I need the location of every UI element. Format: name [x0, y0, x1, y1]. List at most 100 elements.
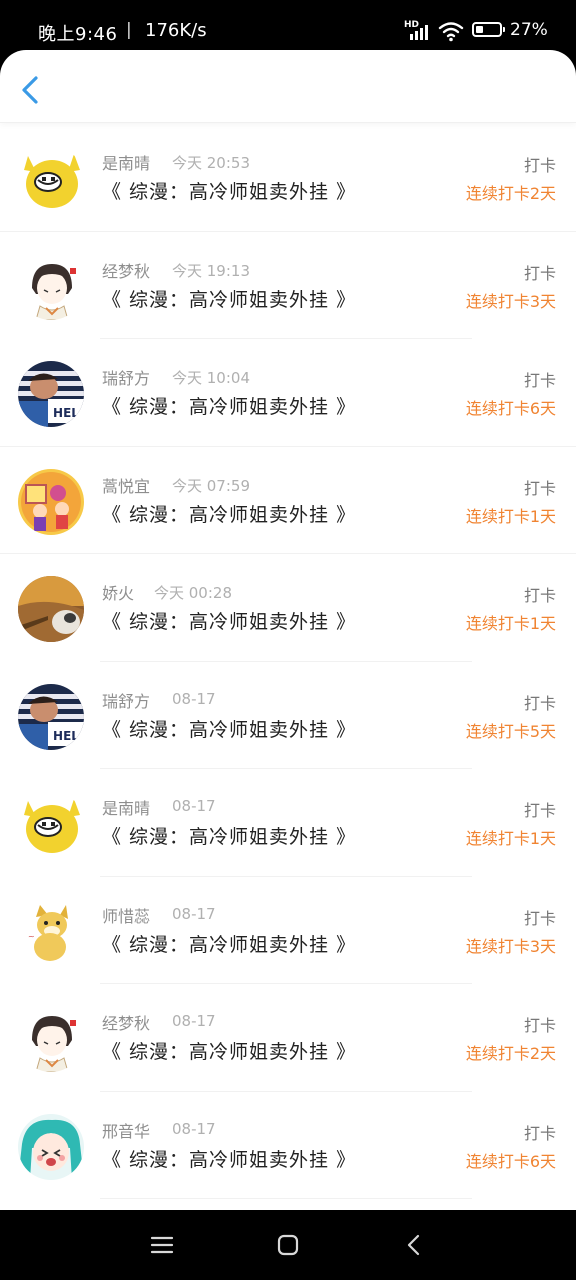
status-separator: |: [126, 20, 132, 40]
avatar[interactable]: HEL: [18, 683, 84, 750]
chevron-left-icon: [22, 76, 38, 104]
list-item[interactable]: 是南晴 今天 20:53 《 综漫：高冷师姐卖外挂 》 打卡 连续打卡2天: [0, 124, 576, 232]
streak-badge: 连续打卡2天: [465, 1044, 556, 1063]
user-name: 娇火: [102, 584, 135, 603]
avatar[interactable]: HEL: [18, 361, 84, 427]
checkin-label: 打卡: [523, 1123, 556, 1143]
checkin-time: 08-17: [172, 689, 216, 708]
menu-button[interactable]: [142, 1230, 182, 1260]
streak-badge: 连续打卡3天: [465, 936, 556, 956]
home-button[interactable]: [268, 1230, 308, 1260]
checkin-time: 今天 19:13: [172, 261, 250, 280]
user-name: 经梦秋: [102, 1014, 151, 1033]
avatar[interactable]: [18, 1006, 84, 1072]
book-title: 《 综漫：高冷师姐卖外挂 》: [102, 181, 357, 203]
header: [0, 50, 576, 123]
list-item[interactable]: 娇火 今天 00:28 《 综漫：高冷师姐卖外挂 》 打卡 连续打卡1天: [0, 554, 576, 662]
book-title: 《 综漫：高冷师姐卖外挂 》: [102, 1041, 357, 1063]
signal-icon: [410, 24, 428, 40]
book-title: 《 综漫：高冷师姐卖外挂 》: [102, 1148, 357, 1171]
checkin-time: 08-17: [172, 1012, 216, 1030]
checkin-label: 打卡: [523, 908, 556, 928]
autumn-animal-avatar: [18, 576, 84, 642]
svg-text:~: ~: [28, 932, 35, 941]
checkin-label: 打卡: [523, 156, 556, 175]
user-name: 是南晴: [102, 799, 151, 818]
svg-text:HEL: HEL: [53, 406, 79, 420]
list-item[interactable]: 经梦秋 今天 19:13 《 综漫：高冷师姐卖外挂 》 打卡 连续打卡3天: [0, 232, 576, 339]
checkin-time: 08-17: [172, 797, 216, 815]
checkin-label: 打卡: [523, 586, 556, 605]
list-item[interactable]: 邢音华 08-17 《 综漫：高冷师姐卖外挂 》 打卡 连续打卡6天: [0, 1092, 576, 1199]
back-icon: [407, 1234, 420, 1256]
doge-avatar: ~: [18, 898, 84, 965]
streak-badge: 连续打卡6天: [465, 1151, 556, 1171]
navigation-bar: [0, 1210, 576, 1280]
divider: [100, 1198, 472, 1199]
book-title: 《 综漫：高冷师姐卖外挂 》: [102, 718, 357, 741]
pikachu-meme-avatar: [18, 146, 84, 212]
anime-girl-avatar: [18, 1006, 84, 1072]
streak-badge: 连续打卡6天: [465, 399, 556, 418]
streak-badge: 连续打卡1天: [465, 829, 556, 848]
streak-badge: 连续打卡5天: [465, 721, 556, 741]
book-title: 《 综漫：高冷师姐卖外挂 》: [102, 826, 357, 848]
checkin-time: 08-17: [172, 1119, 216, 1138]
status-time: 晚上9:46: [38, 24, 118, 45]
help-sign-avatar: HEL: [18, 361, 84, 427]
avatar[interactable]: [18, 1113, 84, 1180]
streak-badge: 连续打卡3天: [465, 291, 556, 311]
list-item[interactable]: 是南晴 08-17 《 综漫：高冷师姐卖外挂 》 打卡 连续打卡1天: [0, 769, 576, 877]
checkin-time: 今天 07:59: [172, 476, 250, 495]
list-item[interactable]: HEL 瑞舒方 08-17 《 综漫：高冷师姐卖外挂 》 打卡 连续打卡5天: [0, 662, 576, 769]
battery-percent: 27%: [510, 20, 548, 40]
book-title: 《 综漫：高冷师姐卖外挂 》: [102, 503, 357, 526]
anime-girl-avatar: [18, 253, 84, 320]
wifi-icon: [438, 22, 464, 42]
book-title: 《 综漫：高冷师姐卖外挂 》: [102, 396, 357, 418]
user-name: 经梦秋: [102, 261, 151, 281]
cartoon-kids-avatar: [18, 468, 84, 535]
avatar[interactable]: [18, 146, 84, 212]
avatar[interactable]: [18, 791, 84, 857]
streak-badge: 连续打卡1天: [465, 506, 556, 526]
avatar[interactable]: ~: [18, 898, 84, 965]
home-icon: [277, 1234, 299, 1256]
checkin-label: 打卡: [523, 478, 556, 498]
back-button[interactable]: [14, 70, 50, 110]
checkin-list: 是南晴 今天 20:53 《 综漫：高冷师姐卖外挂 》 打卡 连续打卡2天 经梦…: [0, 124, 576, 1199]
network-speed: 176K/s: [145, 20, 207, 41]
avatar[interactable]: [18, 576, 84, 642]
menu-icon: [150, 1236, 174, 1254]
book-title: 《 综漫：高冷师姐卖外挂 》: [102, 933, 357, 956]
checkin-time: 今天 10:04: [172, 369, 250, 387]
checkin-label: 打卡: [523, 693, 556, 713]
checkin-label: 打卡: [523, 263, 556, 283]
streak-badge: 连续打卡1天: [465, 614, 556, 633]
user-name: 蒿悦宜: [102, 476, 151, 496]
system-back-button[interactable]: [394, 1230, 434, 1260]
list-item[interactable]: HEL 瑞舒方 今天 10:04 《 综漫：高冷师姐卖外挂 》 打卡 连续打卡6…: [0, 339, 576, 447]
svg-text:HEL: HEL: [53, 729, 79, 743]
list-item[interactable]: 经梦秋 08-17 《 综漫：高冷师姐卖外挂 》 打卡 连续打卡2天: [0, 984, 576, 1092]
list-item[interactable]: 蒿悦宜 今天 07:59 《 综漫：高冷师姐卖外挂 》 打卡 连续打卡1天: [0, 447, 576, 554]
book-title: 《 综漫：高冷师姐卖外挂 》: [102, 288, 357, 311]
user-name: 邢音华: [102, 1121, 151, 1141]
battery-icon: [472, 22, 505, 37]
checkin-label: 打卡: [523, 801, 556, 820]
checkin-label: 打卡: [523, 371, 556, 390]
avatar[interactable]: [18, 468, 84, 535]
checkin-label: 打卡: [523, 1016, 556, 1035]
user-name: 师惜蕊: [102, 906, 151, 926]
checkin-records-page: 是南晴 今天 20:53 《 综漫：高冷师姐卖外挂 》 打卡 连续打卡2天 经梦…: [0, 50, 576, 1210]
avatar[interactable]: [18, 253, 84, 320]
checkin-time: 08-17: [172, 904, 216, 923]
checkin-time: 今天 20:53: [172, 154, 250, 172]
miku-avatar: [18, 1113, 84, 1180]
user-name: 是南晴: [102, 154, 151, 173]
streak-badge: 连续打卡2天: [465, 184, 556, 203]
user-name: 瑞舒方: [102, 691, 151, 711]
user-name: 瑞舒方: [102, 369, 151, 388]
list-item[interactable]: ~ 师惜蕊 08-17 《 综漫：高冷师姐卖外挂 》 打卡 连续打卡3天: [0, 877, 576, 984]
help-sign-avatar: HEL: [18, 683, 84, 750]
